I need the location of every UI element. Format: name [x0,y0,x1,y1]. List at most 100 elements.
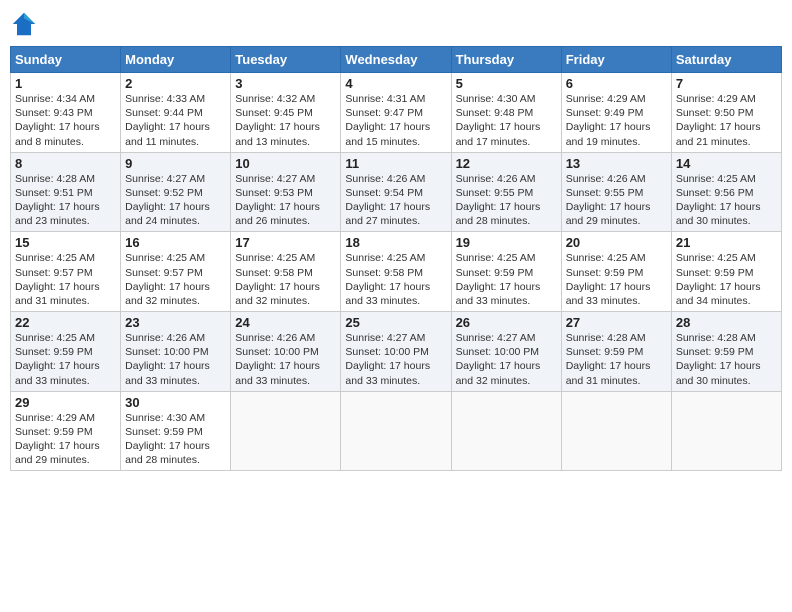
sunset-value: 9:59 PM [54,346,93,358]
sunset-value: 9:59 PM [714,346,753,358]
day-number: 27 [566,315,667,330]
sunrise-value: 4:25 AM [56,252,95,264]
day-info: Sunrise: 4:30 AM Sunset: 9:59 PM Dayligh… [125,411,226,468]
sunrise-value: 4:32 AM [277,93,316,105]
daylight-label: Daylight: [456,121,500,133]
day-cell [451,391,561,471]
sunset-label: Sunset: [125,107,164,119]
header-row: SundayMondayTuesdayWednesdayThursdayFrid… [11,47,782,73]
day-cell: 26 Sunrise: 4:27 AM Sunset: 10:00 PM Day… [451,312,561,392]
sunset-label: Sunset: [15,346,54,358]
sunrise-value: 4:30 AM [167,412,206,424]
sunset-value: 9:57 PM [164,267,203,279]
day-number: 23 [125,315,226,330]
day-number: 11 [345,156,446,171]
sunrise-value: 4:26 AM [607,173,646,185]
day-number: 24 [235,315,336,330]
daylight-label: Daylight: [456,281,500,293]
sunset-value: 9:59 PM [604,267,643,279]
day-cell [341,391,451,471]
sunrise-label: Sunrise: [345,332,386,344]
sunset-label: Sunset: [676,267,715,279]
sunrise-value: 4:25 AM [717,173,756,185]
sunrise-label: Sunrise: [15,332,56,344]
daylight-label: Daylight: [566,281,610,293]
day-cell: 24 Sunrise: 4:26 AM Sunset: 10:00 PM Day… [231,312,341,392]
day-info: Sunrise: 4:26 AM Sunset: 10:00 PM Daylig… [235,331,336,388]
sunrise-value: 4:26 AM [167,332,206,344]
sunrise-label: Sunrise: [15,93,56,105]
sunset-label: Sunset: [235,346,274,358]
sunset-label: Sunset: [15,187,54,199]
day-cell: 21 Sunrise: 4:25 AM Sunset: 9:59 PM Dayl… [671,232,781,312]
header-cell-thursday: Thursday [451,47,561,73]
week-row-4: 22 Sunrise: 4:25 AM Sunset: 9:59 PM Dayl… [11,312,782,392]
week-row-3: 15 Sunrise: 4:25 AM Sunset: 9:57 PM Dayl… [11,232,782,312]
daylight-label: Daylight: [345,201,389,213]
sunrise-label: Sunrise: [235,252,276,264]
sunset-label: Sunset: [235,187,274,199]
daylight-label: Daylight: [456,201,500,213]
day-number: 28 [676,315,777,330]
daylight-label: Daylight: [15,281,59,293]
daylight-label: Daylight: [456,360,500,372]
daylight-label: Daylight: [566,360,610,372]
sunset-value: 9:59 PM [494,267,533,279]
sunset-label: Sunset: [676,346,715,358]
day-number: 2 [125,76,226,91]
day-info: Sunrise: 4:25 AM Sunset: 9:57 PM Dayligh… [15,251,116,308]
sunset-label: Sunset: [125,267,164,279]
day-number: 5 [456,76,557,91]
daylight-label: Daylight: [15,201,59,213]
day-number: 14 [676,156,777,171]
day-number: 19 [456,235,557,250]
sunrise-value: 4:28 AM [717,332,756,344]
sunrise-label: Sunrise: [125,412,166,424]
sunrise-value: 4:30 AM [497,93,536,105]
day-info: Sunrise: 4:25 AM Sunset: 9:58 PM Dayligh… [345,251,446,308]
day-info: Sunrise: 4:25 AM Sunset: 9:59 PM Dayligh… [15,331,116,388]
sunrise-label: Sunrise: [456,173,497,185]
day-cell: 16 Sunrise: 4:25 AM Sunset: 9:57 PM Dayl… [121,232,231,312]
day-info: Sunrise: 4:29 AM Sunset: 9:50 PM Dayligh… [676,92,777,149]
day-cell: 1 Sunrise: 4:34 AM Sunset: 9:43 PM Dayli… [11,73,121,153]
sunrise-label: Sunrise: [125,93,166,105]
sunrise-value: 4:26 AM [277,332,316,344]
day-number: 9 [125,156,226,171]
day-info: Sunrise: 4:25 AM Sunset: 9:57 PM Dayligh… [125,251,226,308]
week-row-1: 1 Sunrise: 4:34 AM Sunset: 9:43 PM Dayli… [11,73,782,153]
sunset-value: 9:50 PM [714,107,753,119]
day-cell: 5 Sunrise: 4:30 AM Sunset: 9:48 PM Dayli… [451,73,561,153]
header-cell-friday: Friday [561,47,671,73]
sunrise-value: 4:27 AM [497,332,536,344]
sunset-value: 10:00 PM [164,346,209,358]
day-cell [231,391,341,471]
day-cell: 20 Sunrise: 4:25 AM Sunset: 9:59 PM Dayl… [561,232,671,312]
sunrise-value: 4:27 AM [167,173,206,185]
sunset-label: Sunset: [345,267,384,279]
daylight-label: Daylight: [676,121,720,133]
day-number: 16 [125,235,226,250]
day-info: Sunrise: 4:25 AM Sunset: 9:58 PM Dayligh… [235,251,336,308]
sunrise-value: 4:34 AM [56,93,95,105]
sunrise-value: 4:26 AM [497,173,536,185]
week-row-2: 8 Sunrise: 4:28 AM Sunset: 9:51 PM Dayli… [11,152,782,232]
sunset-value: 10:00 PM [384,346,429,358]
sunset-value: 9:59 PM [54,426,93,438]
sunset-label: Sunset: [566,267,605,279]
day-cell: 28 Sunrise: 4:28 AM Sunset: 9:59 PM Dayl… [671,312,781,392]
sunrise-value: 4:29 AM [607,93,646,105]
day-cell: 17 Sunrise: 4:25 AM Sunset: 9:58 PM Dayl… [231,232,341,312]
sunset-label: Sunset: [676,187,715,199]
day-info: Sunrise: 4:27 AM Sunset: 9:53 PM Dayligh… [235,172,336,229]
day-info: Sunrise: 4:27 AM Sunset: 10:00 PM Daylig… [345,331,446,388]
daylight-label: Daylight: [125,201,169,213]
sunrise-label: Sunrise: [125,332,166,344]
day-number: 3 [235,76,336,91]
daylight-label: Daylight: [125,360,169,372]
sunrise-value: 4:25 AM [167,252,206,264]
daylight-label: Daylight: [125,281,169,293]
daylight-label: Daylight: [15,121,59,133]
header-cell-saturday: Saturday [671,47,781,73]
day-cell: 8 Sunrise: 4:28 AM Sunset: 9:51 PM Dayli… [11,152,121,232]
